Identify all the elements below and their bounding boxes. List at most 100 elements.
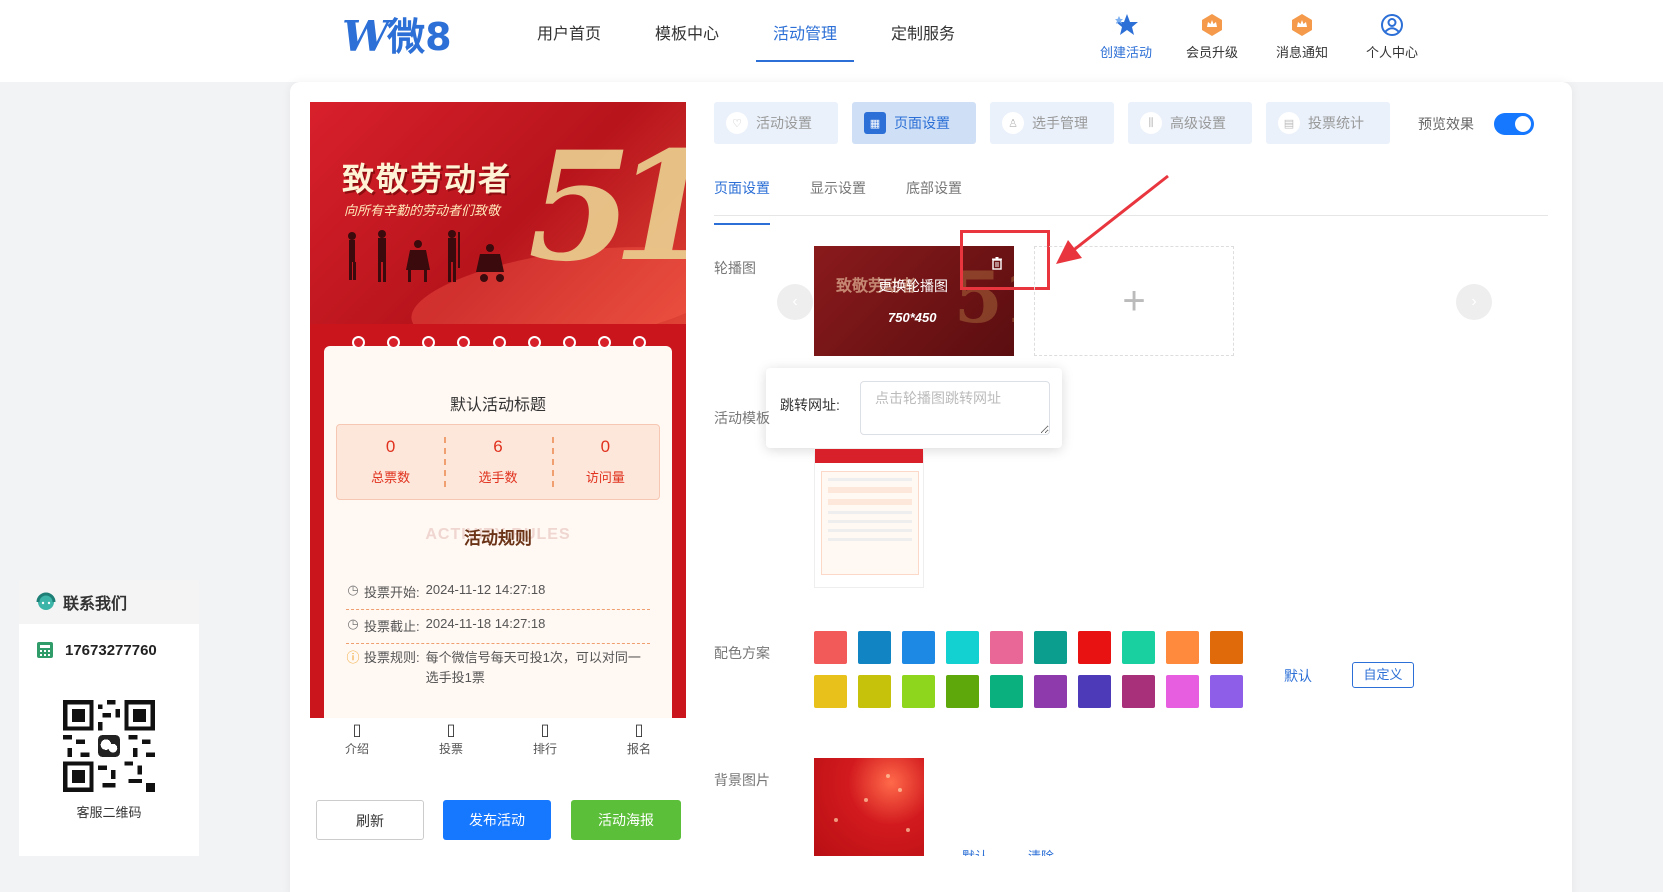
tab-label: 排行 <box>532 742 557 756</box>
color-swatch[interactable] <box>1078 631 1111 664</box>
color-swatch[interactable] <box>1210 675 1243 708</box>
plus-icon: + <box>1122 278 1146 323</box>
heart-icon: ♡ <box>726 112 748 134</box>
preview-effect-toggle[interactable] <box>1494 113 1534 135</box>
step-advanced-settings[interactable]: ⫼ 高级设置 <box>1128 102 1252 144</box>
main-nav: 用户首页 模板中心 活动管理 定制服务 <box>510 0 982 62</box>
nav-activity-management[interactable]: 活动管理 <box>746 0 864 62</box>
color-swatch[interactable] <box>1122 631 1155 664</box>
nav-custom-service[interactable]: 定制服务 <box>864 0 982 62</box>
star-icon <box>1113 12 1139 38</box>
vote-rule-label: 投票规则: <box>364 650 420 665</box>
sliders-icon: ⫼ <box>1140 112 1162 134</box>
background-default-link[interactable]: 默认 <box>962 846 988 856</box>
step-contestant-management[interactable]: ♙ 选手管理 <box>990 102 1114 144</box>
color-swatch[interactable] <box>814 631 847 664</box>
activity-poster-button[interactable]: 活动海报 <box>571 800 681 840</box>
stat-label: 总票数 <box>371 470 411 485</box>
carousel-prev-button[interactable]: ‹ <box>777 284 813 320</box>
color-swatches <box>814 631 1243 708</box>
create-activity-link[interactable]: 创建活动 <box>1100 12 1152 61</box>
color-swatch[interactable] <box>902 675 935 708</box>
color-swatch[interactable] <box>1166 631 1199 664</box>
color-swatch[interactable] <box>1034 631 1067 664</box>
stat-label: 访问量 <box>585 470 625 485</box>
color-swatch[interactable] <box>1034 675 1067 708</box>
tab-vote[interactable]: ▯ 投票 <box>404 718 498 762</box>
step-label: 页面设置 <box>894 115 950 131</box>
qr-code-image <box>63 700 155 792</box>
contact-title: 联系我们 <box>63 596 128 613</box>
stat-value: 0 <box>385 437 396 456</box>
background-clear-link[interactable]: 清除 <box>1028 846 1054 856</box>
carousel-next-button[interactable]: › <box>1456 284 1492 320</box>
tab-signup[interactable]: ▯ 报名 <box>592 718 686 762</box>
stat-value: 0 <box>600 437 611 456</box>
jump-url-popover: 跳转网址: <box>766 368 1062 448</box>
color-swatch[interactable] <box>1166 675 1199 708</box>
vote-end-row: ◷ 投票截止: 2024-11-18 14:27:18 <box>346 616 650 644</box>
jump-url-input[interactable] <box>860 381 1050 435</box>
vote-rule-row: ⓘ 投票规则: 每个微信号每天可投1次，可以对同一选手投1票 <box>346 648 650 696</box>
tab-ranking[interactable]: ▯ 排行 <box>498 718 592 762</box>
template-thumbnail[interactable] <box>814 448 924 588</box>
clock-icon: ◷ <box>347 616 359 631</box>
tab-intro[interactable]: ▯ 介绍 <box>310 718 404 762</box>
contact-panel: 联系我们 17673277760 客服二维码 <box>19 580 199 856</box>
color-swatch[interactable] <box>814 675 847 708</box>
subtab-display-settings[interactable]: 显示设置 <box>810 170 866 215</box>
step-label: 活动设置 <box>756 115 812 131</box>
chart-icon: ▤ <box>1278 112 1300 134</box>
logo-mark: W <box>342 12 389 61</box>
clock-icon: ◷ <box>347 582 359 597</box>
subtab-page-settings[interactable]: 页面设置 <box>714 170 770 225</box>
nav-template-center[interactable]: 模板中心 <box>628 0 746 62</box>
vote-start-row: ◷ 投票开始: 2024-11-12 14:27:18 <box>346 582 650 610</box>
color-swatch[interactable] <box>902 631 935 664</box>
publish-activity-button[interactable]: 发布活动 <box>443 800 551 840</box>
activity-info-card: 默认活动标题 0 总票数 6 选手数 0 访问量 ACTIVITY RULES … <box>324 338 672 718</box>
color-default-link[interactable]: 默认 <box>1284 666 1312 686</box>
color-swatch[interactable] <box>858 675 891 708</box>
nav-user-home[interactable]: 用户首页 <box>510 0 628 62</box>
ranking-icon: ▯ <box>540 722 550 739</box>
banner-number: 51 <box>528 119 686 295</box>
color-swatch[interactable] <box>858 631 891 664</box>
color-swatch[interactable] <box>1078 675 1111 708</box>
refresh-button[interactable]: 刷新 <box>316 800 424 840</box>
qr-code-label: 客服二维码 <box>76 805 142 820</box>
tab-label: 介绍 <box>344 742 369 756</box>
carousel-size-text: 750*450 <box>888 310 937 325</box>
logo[interactable]: W 微8 <box>342 12 452 61</box>
subtab-footer-settings[interactable]: 底部设置 <box>906 170 962 215</box>
template-label: 活动模板 <box>714 410 770 426</box>
jump-url-label: 跳转网址: <box>780 397 840 413</box>
stat-contestants: 6 选手数 <box>444 425 551 499</box>
banner-title: 致敬劳动者 <box>342 160 513 198</box>
top-navbar: W 微8 用户首页 模板中心 活动管理 定制服务 创建活动 会员升级 消息通知 … <box>0 0 1663 82</box>
stat-value: 6 <box>493 437 503 456</box>
personal-center-link[interactable]: 个人中心 <box>1366 12 1418 61</box>
layout-icon: ▦ <box>864 112 886 134</box>
member-upgrade-link[interactable]: 会员升级 <box>1186 12 1238 61</box>
tab-label: 投票 <box>438 742 463 756</box>
color-swatch[interactable] <box>990 631 1023 664</box>
color-swatch[interactable] <box>1210 631 1243 664</box>
step-page-settings[interactable]: ▦ 页面设置 <box>852 102 976 144</box>
background-actions: 默认 清除 <box>962 846 1054 856</box>
notifications-link[interactable]: 消息通知 <box>1276 12 1328 61</box>
step-label: 选手管理 <box>1032 115 1088 131</box>
create-activity-label: 创建活动 <box>1100 45 1153 60</box>
color-swatch[interactable] <box>990 675 1023 708</box>
color-swatch[interactable] <box>1122 675 1155 708</box>
preview-tabbar: ▯ 介绍 ▯ 投票 ▯ 排行 ▯ 报名 <box>310 718 686 762</box>
color-custom-button[interactable]: 自定义 <box>1352 662 1414 688</box>
background-image-thumbnail[interactable] <box>814 758 924 856</box>
color-swatch[interactable] <box>946 675 979 708</box>
color-swatch[interactable] <box>946 631 979 664</box>
rules-title: 活动规则 <box>464 529 532 548</box>
step-activity-settings[interactable]: ♡ 活动设置 <box>714 102 838 144</box>
step-vote-statistics[interactable]: ▤ 投票统计 <box>1266 102 1390 144</box>
step-label: 投票统计 <box>1308 115 1364 131</box>
annotation-arrow-icon <box>1056 174 1169 264</box>
